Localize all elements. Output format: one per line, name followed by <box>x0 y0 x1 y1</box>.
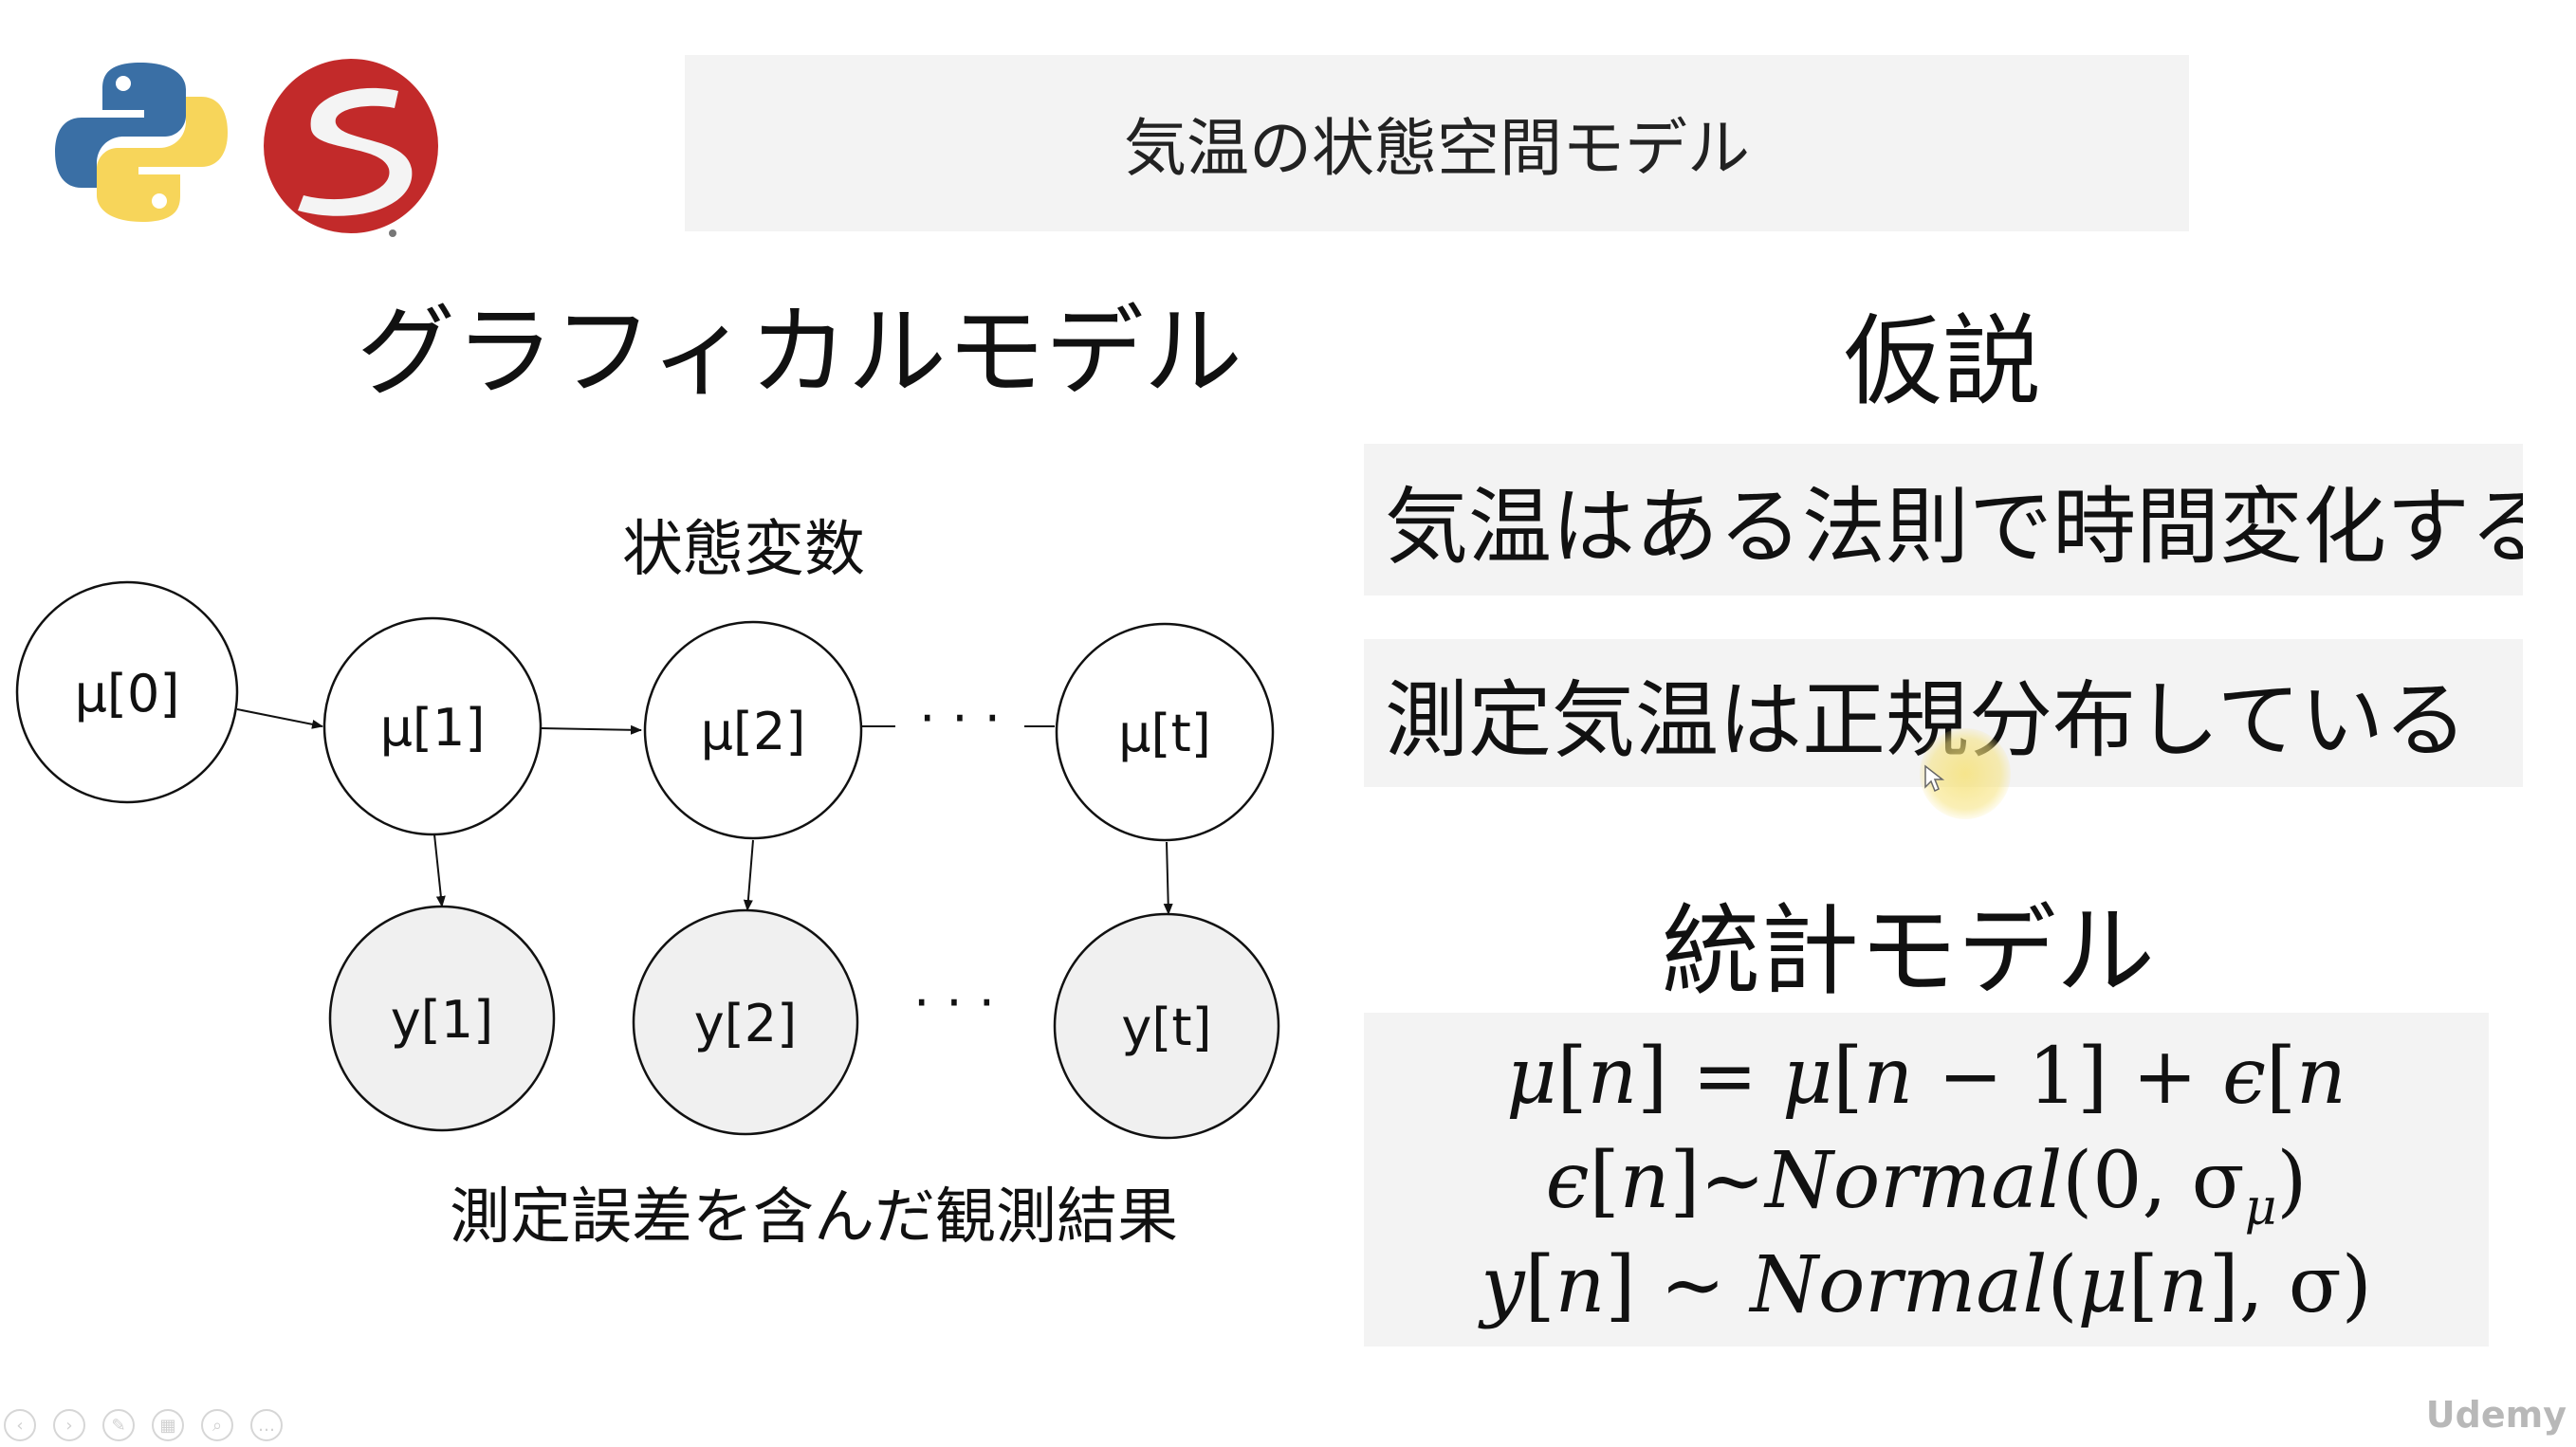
equation-state: μ[n] = μ[n − 1] + ϵ[n <box>1506 1032 2346 1122</box>
pen-tool-control[interactable]: ✎ <box>102 1409 135 1441</box>
hypothesis-1: 気温はある法則で時間変化する <box>1364 444 2523 595</box>
graphical-model-diagram: μ[0] μ[1] μ[2] · · · μ[t] y[1] y[2] · · … <box>15 580 1280 1140</box>
slide-title: 気温の状態空間モデル <box>685 55 2189 231</box>
more-options-control[interactable]: … <box>250 1409 283 1441</box>
udemy-watermark: Udemy <box>2425 1394 2567 1436</box>
node-y-2-label: y[2] <box>694 994 797 1053</box>
node-mu-1: μ[1] <box>322 616 543 836</box>
observation-label: 測定誤差を含んだ観測結果 <box>450 1182 1178 1253</box>
node-mu-2-label: μ[2] <box>701 702 806 761</box>
equation-observation: y[n] ~ Normal(μ[n], σ) <box>1481 1240 2372 1330</box>
node-mu-1-label: μ[1] <box>380 698 486 758</box>
equation-box: μ[n] = μ[n − 1] + ϵ[n ϵ[n]~Normal(0, σμ)… <box>1364 1013 2489 1346</box>
edge-mu0-mu1 <box>236 708 323 729</box>
node-mu-t: μ[t] <box>1055 622 1275 842</box>
edge-mu1-mu2 <box>540 724 642 735</box>
node-y-t-label: y[t] <box>1121 998 1211 1057</box>
node-mu-0-label: μ[0] <box>75 664 180 724</box>
ellipsis-bottom: · · · <box>913 973 995 1033</box>
node-y-2: y[2] <box>632 908 859 1136</box>
hypothesis-heading: 仮説 <box>1844 303 2042 419</box>
node-y-1-label: y[1] <box>391 990 493 1050</box>
node-mu-t-label: μ[t] <box>1118 704 1211 763</box>
zoom-control[interactable]: ⌕ <box>201 1409 233 1441</box>
prev-slide-control[interactable]: ‹ <box>4 1409 36 1441</box>
equation-noise: ϵ[n]~Normal(0, σμ) <box>1545 1136 2308 1236</box>
node-y-1: y[1] <box>328 905 556 1132</box>
ellipsis-top: · · · <box>919 688 1001 748</box>
node-mu-0: μ[0] <box>15 580 239 804</box>
cursor-icon <box>1924 764 1945 793</box>
edge-mu1-y1 <box>433 833 446 907</box>
edge-mu2-y2 <box>743 839 754 911</box>
python-logo-icon <box>55 63 228 222</box>
slides-grid-control[interactable]: ▦ <box>152 1409 184 1441</box>
edge-mut-yt <box>1163 841 1173 915</box>
statistical-model-heading: 統計モデル <box>1662 893 2156 1009</box>
stan-logo-icon <box>264 59 438 237</box>
node-y-t: y[t] <box>1053 912 1280 1140</box>
next-slide-control[interactable]: › <box>53 1409 85 1441</box>
graphical-model-heading: グラフィカルモデル <box>357 294 1242 410</box>
node-mu-2: μ[2] <box>643 620 863 840</box>
